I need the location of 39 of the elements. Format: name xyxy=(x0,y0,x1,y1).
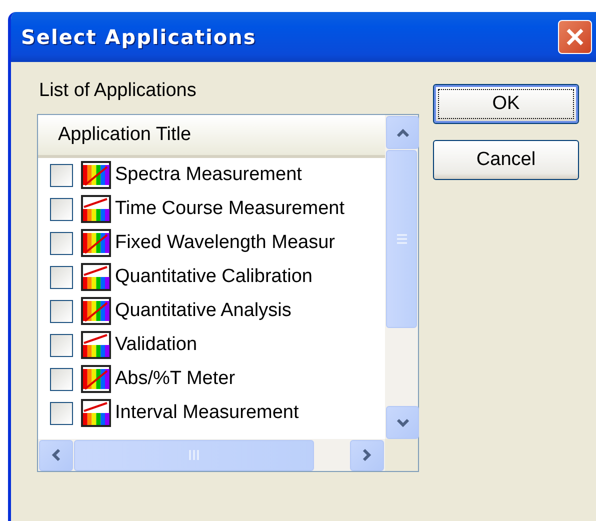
checkbox[interactable] xyxy=(50,198,73,220)
ok-button[interactable]: OK xyxy=(433,84,579,124)
application-name[interactable]: Abs/%T Meter xyxy=(115,368,236,390)
checkbox[interactable] xyxy=(50,300,73,322)
application-name[interactable]: Quantitative Analysis xyxy=(115,300,292,322)
application-name[interactable]: Validation xyxy=(115,334,198,356)
checkbox[interactable] xyxy=(50,368,73,390)
checkbox[interactable] xyxy=(50,266,73,288)
app-icon xyxy=(81,195,111,223)
app-icon xyxy=(81,331,111,359)
scroll-down-button[interactable] xyxy=(386,406,419,439)
scroll-thumb[interactable] xyxy=(74,440,314,470)
checkbox[interactable] xyxy=(50,402,73,424)
application-name[interactable]: Fixed Wavelength Measur xyxy=(115,232,336,254)
vertical-scrollbar[interactable] xyxy=(385,115,418,439)
application-name[interactable]: Interval Measurement xyxy=(115,402,299,424)
app-icon xyxy=(81,297,111,325)
app-icon xyxy=(81,229,111,257)
app-icon xyxy=(81,365,111,393)
app-icon xyxy=(81,263,111,291)
scrollbar-corner xyxy=(385,439,418,471)
scroll-right-button[interactable] xyxy=(350,440,384,470)
application-name[interactable]: Quantitative Calibration xyxy=(115,266,312,288)
app-icon xyxy=(81,399,111,427)
checkbox[interactable] xyxy=(50,164,73,186)
scroll-left-button[interactable] xyxy=(39,440,73,470)
scroll-thumb[interactable] xyxy=(386,150,417,328)
window-title: Select Applications xyxy=(21,25,256,49)
list-label: List of Applications xyxy=(38,80,198,102)
close-icon xyxy=(565,27,585,47)
checkbox[interactable] xyxy=(50,334,73,356)
horizontal-scrollbar[interactable] xyxy=(38,439,385,471)
application-name[interactable]: Spectra Measurement xyxy=(115,164,302,186)
cancel-button[interactable]: Cancel xyxy=(433,140,579,180)
close-button[interactable] xyxy=(558,20,592,54)
scroll-up-button[interactable] xyxy=(386,116,419,149)
application-name[interactable]: Time Course Measurement xyxy=(115,198,344,220)
checkbox[interactable] xyxy=(50,232,73,254)
app-icon xyxy=(81,161,111,189)
